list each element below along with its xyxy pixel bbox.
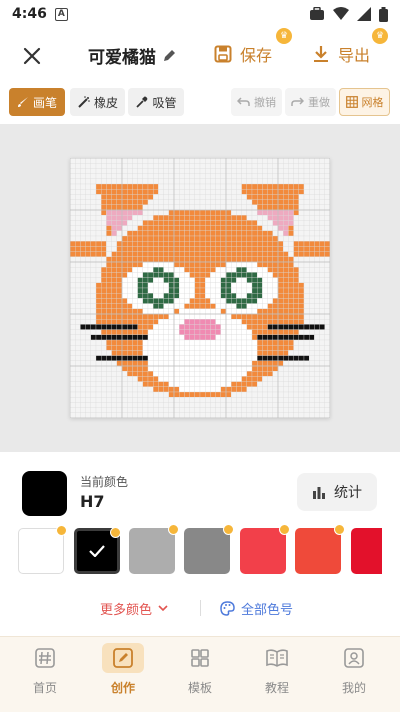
page-title: 可爱橘猫 <box>88 48 156 68</box>
hash-icon <box>24 643 66 673</box>
current-color-swatch <box>22 471 67 516</box>
download-icon <box>314 46 328 62</box>
drawing-toolbar: 画笔 橡皮 吸管 撤销 重做 网格 <box>0 88 400 118</box>
brush-tool-button[interactable]: 画笔 <box>9 88 65 116</box>
grid-label: 网格 <box>361 96 384 109</box>
color-panel: 当前颜色 H7 统计 更多颜色 全部色号 <box>0 452 400 636</box>
eyedropper-tool-label: 吸管 <box>152 95 177 110</box>
vip-badge-icon: ♛ <box>372 28 388 44</box>
vip-badge-icon <box>279 524 290 535</box>
vip-badge-icon <box>334 524 345 535</box>
status-time: 4:46 <box>12 6 47 22</box>
pixel-canvas[interactable] <box>70 158 330 418</box>
color-swatch[interactable] <box>74 527 121 574</box>
pencil-icon[interactable] <box>162 48 177 63</box>
grid-icon <box>345 96 358 108</box>
vip-badge-icon <box>56 525 67 536</box>
nav-label: 首页 <box>32 681 57 695</box>
title-area[interactable]: 可爱橘猫 <box>88 43 177 68</box>
grid-icon <box>179 643 221 673</box>
save-label: 保存 <box>240 46 273 65</box>
canvas-area[interactable] <box>0 124 400 452</box>
nav-item-profile[interactable]: 我的 <box>324 643 384 707</box>
brush-icon <box>17 97 28 107</box>
book-icon <box>256 643 298 673</box>
redo-button[interactable]: 重做 <box>285 88 336 116</box>
chevron-down-icon <box>158 605 168 612</box>
eraser-tool-button[interactable]: 橡皮 <box>70 88 125 116</box>
nav-item-tutorials[interactable]: 教程 <box>247 643 307 707</box>
divider <box>200 600 201 616</box>
all-colors-button[interactable]: 全部色号 <box>220 599 293 618</box>
statistics-label: 统计 <box>334 485 362 501</box>
save-icon <box>214 45 232 63</box>
statistics-button[interactable]: 统计 <box>297 473 377 511</box>
palette-icon <box>220 601 235 616</box>
nav-item-home[interactable]: 首页 <box>15 643 75 707</box>
undo-button[interactable]: 撤销 <box>231 88 282 116</box>
color-swatch[interactable] <box>184 524 234 574</box>
undo-label: 撤销 <box>254 96 276 109</box>
briefcase-icon <box>310 7 324 20</box>
status-icons <box>309 6 388 22</box>
status-bar: 4:46 A <box>0 0 400 28</box>
more-colors-label: 更多颜色 <box>100 603 153 618</box>
wifi-icon <box>333 7 349 20</box>
color-swatch[interactable] <box>240 524 290 574</box>
eraser-tool-label: 橡皮 <box>93 95 118 110</box>
color-swatch[interactable] <box>351 528 382 574</box>
profile-icon <box>333 643 375 673</box>
current-color-code: H7 <box>80 492 105 511</box>
bottom-navigation: 首页 创作 模板 教程 我的 <box>0 636 400 712</box>
eraser-icon <box>78 95 90 108</box>
top-bar: 可爱橘猫 保存 ♛ 导出 ♛ <box>0 28 400 82</box>
eyedropper-icon <box>136 96 148 108</box>
vip-badge-icon <box>168 524 179 535</box>
nav-label: 教程 <box>264 681 289 695</box>
color-swatch[interactable] <box>129 524 179 574</box>
vip-badge-icon <box>223 524 234 535</box>
signal-icon <box>357 7 371 21</box>
nav-label: 模板 <box>187 681 212 695</box>
save-button[interactable]: 保存 ♛ <box>214 28 292 66</box>
nav-label: 创作 <box>110 681 135 695</box>
color-swatch[interactable] <box>18 525 67 574</box>
notification-icon: A <box>54 7 68 21</box>
close-button[interactable] <box>18 42 46 70</box>
all-colors-label: 全部色号 <box>241 603 294 618</box>
eyedropper-tool-button[interactable]: 吸管 <box>128 88 184 116</box>
checkmark-icon <box>77 531 117 571</box>
undo-icon <box>237 97 250 106</box>
export-button[interactable]: 导出 ♛ <box>312 28 388 66</box>
redo-label: 重做 <box>308 96 330 109</box>
nav-item-templates[interactable]: 模板 <box>170 643 230 707</box>
bar-chart-icon <box>313 487 325 499</box>
current-color-label: 当前颜色 <box>80 475 129 489</box>
nav-label: 我的 <box>341 681 366 695</box>
more-colors-button[interactable]: 更多颜色 <box>100 599 168 618</box>
nav-item-create[interactable]: 创作 <box>93 643 153 707</box>
color-swatch[interactable] <box>295 524 345 574</box>
vip-badge-icon: ♛ <box>276 28 292 44</box>
close-icon <box>23 47 41 65</box>
brush-tool-label: 画笔 <box>32 95 57 110</box>
export-label: 导出 <box>338 46 371 65</box>
pen-icon <box>102 643 144 673</box>
redo-icon <box>291 97 304 106</box>
battery-icon <box>379 6 388 22</box>
grid-toggle-button[interactable]: 网格 <box>339 88 390 116</box>
